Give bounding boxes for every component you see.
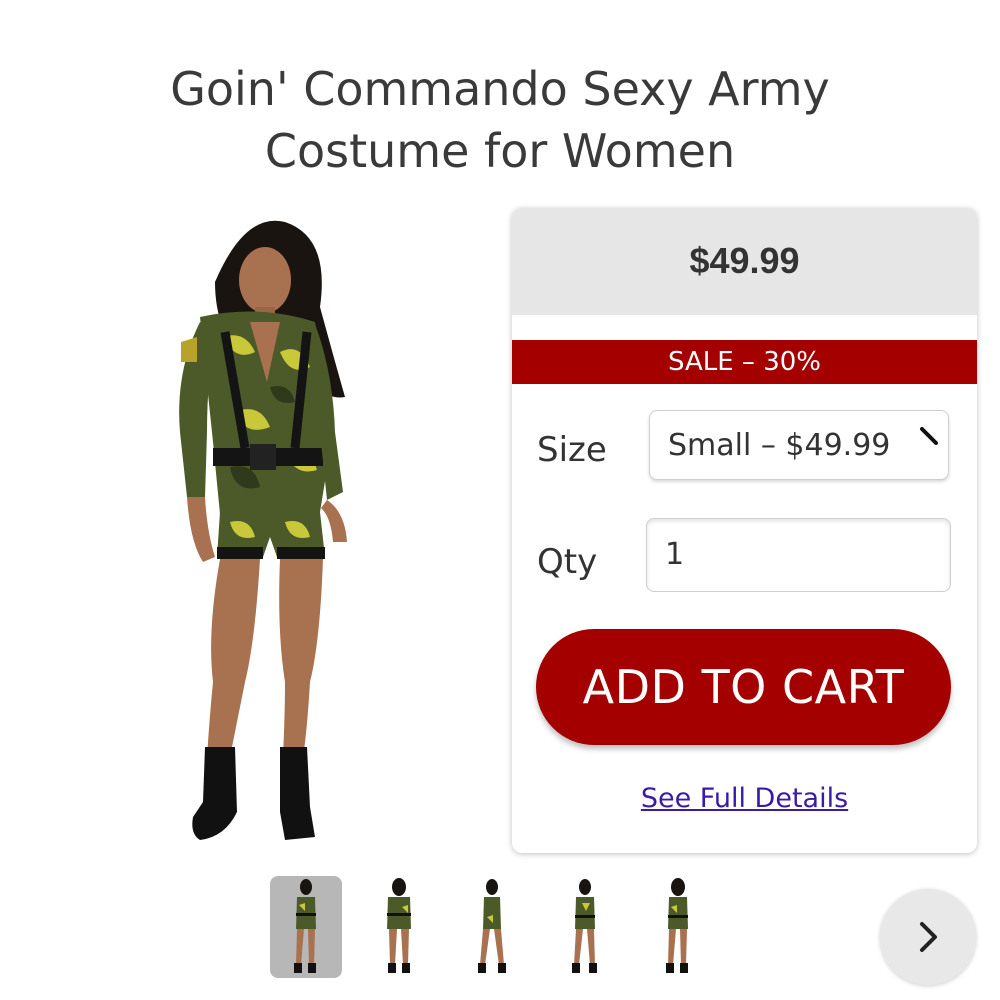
qty-label: Qty xyxy=(537,542,598,582)
thumbnail-image xyxy=(387,878,411,973)
add-to-cart-button[interactable]: ADD TO CART xyxy=(536,629,951,745)
price-bar: $49.99 xyxy=(512,208,977,315)
thumbnail-image xyxy=(294,879,316,973)
model-figure xyxy=(179,220,347,840)
thumbnail-1[interactable] xyxy=(270,876,342,978)
sale-badge: SALE – 30% xyxy=(512,340,977,384)
add-to-cart-label: ADD TO CART xyxy=(582,660,905,714)
price: $49.99 xyxy=(689,239,800,281)
thumbnail-image xyxy=(572,879,597,973)
thumbnail-image xyxy=(478,879,506,973)
thumbnail-image xyxy=(666,878,688,973)
next-image-button[interactable] xyxy=(880,889,976,985)
thumbnail-strip xyxy=(270,876,735,980)
product-title: Goin' Commando Sexy Army Costume for Wom… xyxy=(60,58,940,182)
see-full-details-link[interactable]: See Full Details xyxy=(512,783,977,814)
thumbnail-3[interactable] xyxy=(456,876,528,978)
size-selected-value: Small – $49.99 xyxy=(668,427,891,463)
quantity-input[interactable]: 1 xyxy=(646,518,951,592)
chevron-right-icon xyxy=(920,922,937,952)
chevron-down-icon xyxy=(920,427,938,445)
product-main-image[interactable] xyxy=(95,212,465,852)
thumbnail-4[interactable] xyxy=(549,876,621,978)
size-select[interactable]: Small – $49.99 xyxy=(649,410,949,480)
product-title-line-2: Costume for Women xyxy=(264,124,736,178)
sale-label: SALE – 30% xyxy=(667,347,821,377)
size-label: Size xyxy=(537,430,607,470)
thumbnail-2[interactable] xyxy=(363,876,435,978)
thumbnail-5[interactable] xyxy=(642,876,714,978)
quantity-value: 1 xyxy=(665,537,685,572)
purchase-panel: $49.99 SALE – 30% Size Small – $49.99 Qt… xyxy=(512,208,977,853)
product-title-line-1: Goin' Commando Sexy Army xyxy=(170,62,830,116)
